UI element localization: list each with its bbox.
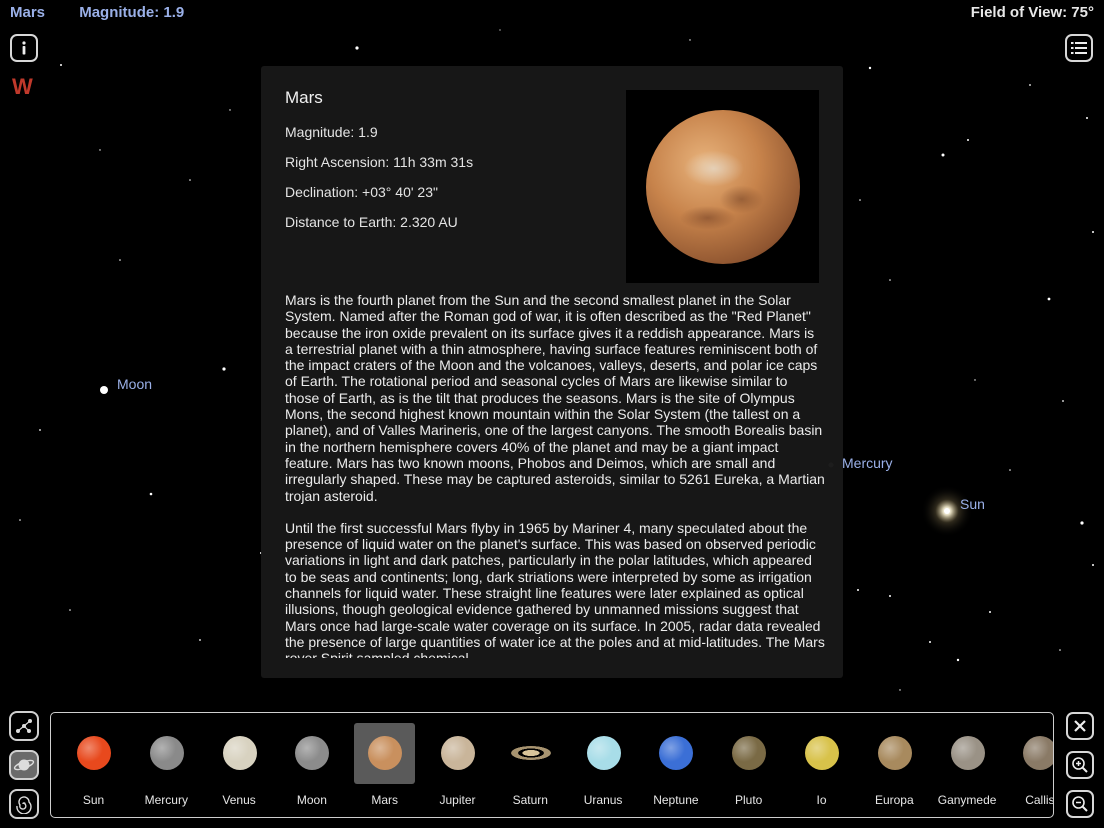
star: [889, 595, 891, 597]
star: [69, 609, 71, 611]
mars-globe: [645, 109, 800, 264]
sky-label-mercury[interactable]: Mercury: [842, 455, 893, 471]
zoom-in-button[interactable]: [1066, 751, 1094, 779]
constellation-button[interactable]: [9, 711, 39, 741]
star: [929, 641, 931, 643]
body-image: [295, 736, 330, 770]
body-image: [950, 736, 985, 770]
object-magnitude: Magnitude: 1.9: [79, 4, 185, 21]
star: [1092, 231, 1094, 233]
list-icon: [1071, 42, 1087, 54]
galaxy-filter-button[interactable]: [9, 789, 39, 819]
star: [1086, 117, 1088, 119]
star: [1029, 84, 1031, 86]
description-text[interactable]: Mars is the fourth planet from the Sun a…: [285, 292, 825, 658]
star: [899, 689, 901, 691]
star: [1080, 521, 1084, 525]
panel-right-ascension: Right Ascension: 11h 33m 31s: [285, 154, 474, 170]
star: [1047, 297, 1051, 301]
star: [857, 589, 859, 591]
star: [956, 658, 960, 662]
body-image: [368, 736, 403, 770]
star: [199, 639, 201, 641]
panel-title: Mars: [285, 88, 323, 107]
menu-button[interactable]: [1065, 34, 1093, 62]
body-image: [586, 736, 621, 770]
zoom-out-button[interactable]: [1066, 790, 1094, 818]
star: [889, 279, 891, 281]
close-icon: [1074, 720, 1086, 732]
star: [119, 259, 121, 261]
planet-image: [626, 90, 819, 283]
body-image: [659, 736, 694, 770]
zoom-in-icon: [1072, 757, 1088, 773]
star: [39, 429, 41, 431]
compass-direction: W: [12, 74, 33, 99]
object-info-panel: Mars Magnitude: 1.9 Right Ascension: 11h…: [261, 66, 843, 678]
body-image: [510, 746, 551, 760]
star: [967, 139, 969, 141]
moon-dot[interactable]: [100, 386, 108, 394]
galaxy-icon: [16, 796, 32, 814]
body-image: [1023, 736, 1053, 770]
star: [222, 367, 226, 371]
body-image: [77, 736, 111, 770]
star: [355, 46, 359, 50]
body-image: [877, 736, 912, 770]
star: [989, 611, 991, 613]
star: [1009, 469, 1011, 471]
star: [868, 66, 872, 70]
star: [149, 492, 153, 496]
star: [941, 153, 945, 157]
star: [19, 519, 21, 521]
star: [60, 64, 62, 66]
star: [689, 39, 691, 41]
star: [189, 179, 191, 181]
body-thumb-callis[interactable]: Callis: [1009, 723, 1053, 813]
star: [229, 109, 231, 111]
info-icon: [22, 41, 26, 55]
star: [99, 149, 101, 151]
field-of-view: Field of View: 75°: [970, 4, 1094, 21]
star: [974, 379, 976, 381]
body-image: [732, 736, 767, 770]
body-image: [441, 736, 475, 770]
planet-filter-button[interactable]: [9, 750, 39, 780]
star: [1062, 400, 1064, 402]
selected-object-info: Mars Magnitude: 1.9: [10, 4, 214, 21]
object-properties: Mars Magnitude: 1.9 Right Ascension: 11h…: [285, 88, 605, 244]
body-label: Callis: [1025, 793, 1054, 807]
star: [1059, 649, 1061, 651]
sun-dot[interactable]: [944, 508, 950, 514]
object-name: Mars: [10, 4, 46, 21]
description-paragraph: Mars is the fourth planet from the Sun a…: [285, 292, 825, 504]
constellation-icon: [16, 719, 32, 733]
body-image: [222, 736, 257, 770]
panel-declination: Declination: +03° 40' 23": [285, 184, 438, 200]
sky-label-moon[interactable]: Moon: [117, 376, 152, 392]
close-button[interactable]: [1066, 712, 1094, 740]
star: [859, 199, 861, 201]
sky-label-sun[interactable]: Sun: [960, 496, 985, 512]
star: [1092, 564, 1094, 566]
panel-magnitude: Magnitude: 1.9: [285, 124, 378, 140]
info-button[interactable]: [10, 34, 38, 62]
planet-icon: [13, 759, 35, 771]
body-image: [149, 736, 184, 770]
star: [499, 29, 501, 31]
panel-distance: Distance to Earth: 2.320 AU: [285, 214, 458, 230]
description-paragraph: Until the first successful Mars flyby in…: [285, 519, 825, 658]
solar-system-strip[interactable]: Sun Mercury Venus Moon Mars Jupiter Saturn Uran…: [50, 712, 1054, 818]
body-image: [805, 736, 839, 770]
zoom-out-icon: [1072, 796, 1088, 812]
